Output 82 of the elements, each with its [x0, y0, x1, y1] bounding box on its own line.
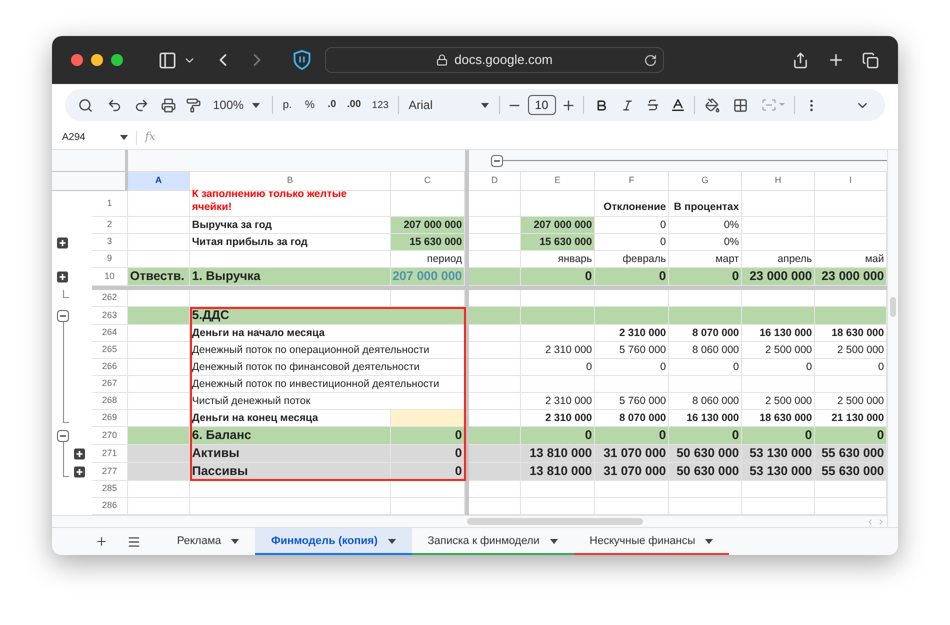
- table-cell: К заполнению только желтые ячейки!: [190, 191, 391, 217]
- row-number[interactable]: 286: [92, 498, 128, 515]
- table-cell: Денежный поток по инвестиционной деятельности: [190, 376, 465, 393]
- table-cell: Деньги на начало месяца: [190, 325, 465, 342]
- row-number[interactable]: 263: [92, 307, 128, 325]
- column-header[interactable]: E: [521, 172, 595, 191]
- table-cell: 2 310 000: [521, 342, 595, 359]
- row-number[interactable]: 285: [92, 481, 128, 498]
- table-cell: Выручка за год: [190, 217, 391, 234]
- zoom-dropdown[interactable]: 100%: [213, 96, 260, 114]
- sheet-tab[interactable]: Реклама: [161, 528, 256, 555]
- url-text: docs.google.com: [454, 51, 553, 70]
- font-size-field[interactable]: 10: [528, 95, 556, 115]
- table-cell: 5.ДДС: [190, 307, 465, 325]
- address-bar[interactable]: docs.google.com: [325, 47, 664, 73]
- table-cell: 0: [742, 359, 815, 376]
- column-header[interactable]: I: [815, 172, 887, 191]
- table-cell: Денежный поток по операционной деятельности: [190, 342, 465, 359]
- row-number[interactable]: 1: [92, 191, 128, 217]
- table-cell: 8 060 000: [669, 393, 742, 410]
- table-cell: Денежный поток по финансовой деятельности: [190, 359, 465, 376]
- table-cell: 2 310 000: [595, 325, 669, 342]
- table-cell: 0: [595, 234, 669, 251]
- table-cell: 0: [595, 359, 669, 376]
- currency-button[interactable]: р.: [282, 96, 292, 114]
- row-number[interactable]: 2: [92, 217, 128, 234]
- table-cell: 2 500 000: [742, 393, 815, 410]
- table-cell: 16 130 000: [742, 325, 815, 342]
- row-number[interactable]: 277: [92, 463, 128, 481]
- table-cell: 8 070 000: [669, 325, 742, 342]
- sheet-tab[interactable]: Нескучные финансы: [574, 528, 730, 555]
- table-cell: 0: [669, 359, 742, 376]
- table-cell: 31 070 000: [595, 463, 669, 481]
- table-cell: 5 760 000: [595, 393, 669, 410]
- column-header[interactable]: G: [669, 172, 742, 191]
- row-number[interactable]: 265: [92, 342, 128, 359]
- column-header[interactable]: F: [595, 172, 669, 191]
- table-cell: 2 500 000: [742, 342, 815, 359]
- row-number[interactable]: 3: [92, 234, 128, 251]
- table-cell: 53 130 000: [742, 463, 815, 481]
- increase-decimals-button[interactable]: .00: [347, 100, 361, 110]
- table-cell: Отклонение: [595, 191, 669, 217]
- percent-button[interactable]: %: [304, 96, 315, 114]
- name-box[interactable]: A294: [62, 130, 128, 145]
- number-format-button[interactable]: 123: [372, 98, 389, 112]
- table-cell: Пассивы: [190, 463, 391, 481]
- row-number[interactable]: 262: [92, 290, 128, 307]
- row-number[interactable]: 268: [92, 393, 128, 410]
- row-number[interactable]: 9: [92, 251, 128, 268]
- row-number[interactable]: 271: [92, 445, 128, 463]
- table-cell: 207 000 000: [521, 217, 595, 234]
- table-cell: 5 760 000: [595, 342, 669, 359]
- font-dropdown[interactable]: Arial: [408, 96, 489, 114]
- formula-label: fx: [145, 129, 156, 146]
- table-cell: 13 810 000: [521, 463, 595, 481]
- table-cell: 15 630 000: [391, 234, 465, 251]
- sheet-tab[interactable]: Финмодель (копия): [255, 528, 412, 555]
- table-cell: Читая прибыль за год: [190, 234, 391, 251]
- row-number[interactable]: 264: [92, 325, 128, 342]
- table-cell: 50 630 000: [669, 463, 742, 481]
- column-header[interactable]: C: [391, 172, 465, 191]
- sheet-tab[interactable]: Записка к финмодели: [412, 528, 574, 555]
- row-number[interactable]: 266: [92, 359, 128, 376]
- table-cell: 0: [391, 463, 465, 481]
- column-header[interactable]: A: [128, 172, 190, 191]
- column-header[interactable]: H: [742, 172, 815, 191]
- table-cell: 8 060 000: [669, 342, 742, 359]
- table-cell: 0: [595, 217, 669, 234]
- row-number[interactable]: 270: [92, 427, 128, 445]
- table-cell: В процентах: [669, 191, 742, 217]
- row-number[interactable]: 267: [92, 376, 128, 393]
- table-cell: 0%: [669, 217, 742, 234]
- table-cell: 0%: [669, 234, 742, 251]
- table-cell: 207 000 000: [391, 217, 465, 234]
- decrease-decimals-button[interactable]: .0: [328, 100, 336, 110]
- table-cell: 15 630 000: [521, 234, 595, 251]
- column-header[interactable]: D: [469, 172, 521, 191]
- table-cell: 2 310 000: [521, 393, 595, 410]
- row-number[interactable]: 10: [92, 268, 128, 286]
- column-header[interactable]: B: [190, 172, 391, 191]
- table-cell: 0: [521, 359, 595, 376]
- row-number[interactable]: 269: [92, 410, 128, 427]
